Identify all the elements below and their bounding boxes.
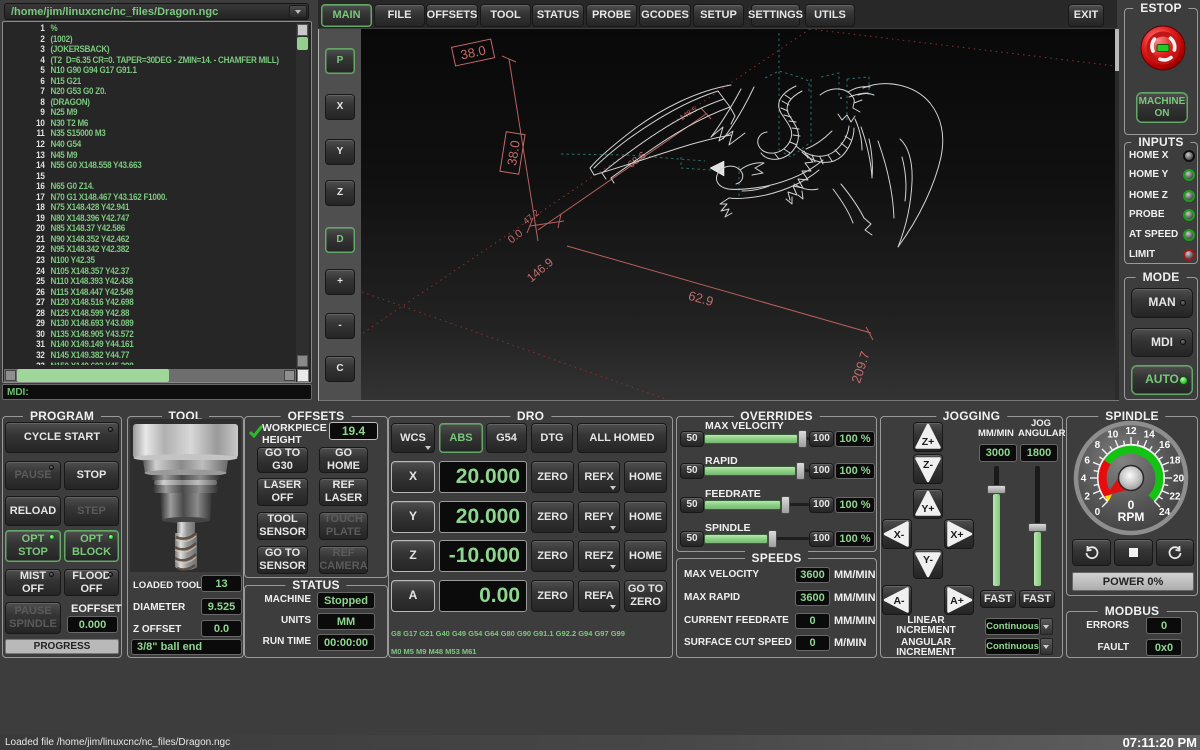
svg-text:68.6: 68.6 [626, 150, 648, 171]
svg-text:X-: X- [894, 529, 905, 541]
svg-text:38.0: 38.0 [459, 43, 487, 63]
svg-text:Y+: Y+ [921, 503, 934, 515]
svg-text:24: 24 [1159, 507, 1171, 518]
svg-text:RPM: RPM [1118, 510, 1145, 524]
svg-text:Y-: Y- [923, 554, 933, 566]
svg-text:18: 18 [1169, 455, 1181, 466]
svg-text:X+: X+ [950, 529, 963, 541]
svg-text:16: 16 [1159, 440, 1171, 451]
svg-text:0: 0 [1095, 507, 1101, 518]
svg-text:146.9: 146.9 [524, 255, 556, 285]
svg-text:8: 8 [1095, 440, 1101, 451]
svg-text:20: 20 [1173, 474, 1185, 485]
svg-text:0.0: 0.0 [506, 227, 525, 246]
svg-text:38.0: 38.0 [504, 139, 523, 166]
svg-text:6: 6 [1084, 455, 1090, 466]
svg-text:22: 22 [1169, 492, 1181, 503]
svg-text:10: 10 [1107, 430, 1119, 441]
svg-text:12: 12 [1125, 426, 1137, 437]
svg-text:A-: A- [893, 595, 905, 607]
svg-text:Z-: Z- [923, 459, 933, 471]
svg-text:2: 2 [1084, 492, 1090, 503]
svg-text:Z+: Z+ [922, 436, 935, 448]
svg-text:4: 4 [1081, 474, 1087, 485]
svg-text:14: 14 [1144, 430, 1156, 441]
svg-text:A+: A+ [950, 595, 964, 607]
svg-text:209.7: 209.7 [848, 349, 872, 385]
svg-text:62.9: 62.9 [687, 288, 715, 309]
